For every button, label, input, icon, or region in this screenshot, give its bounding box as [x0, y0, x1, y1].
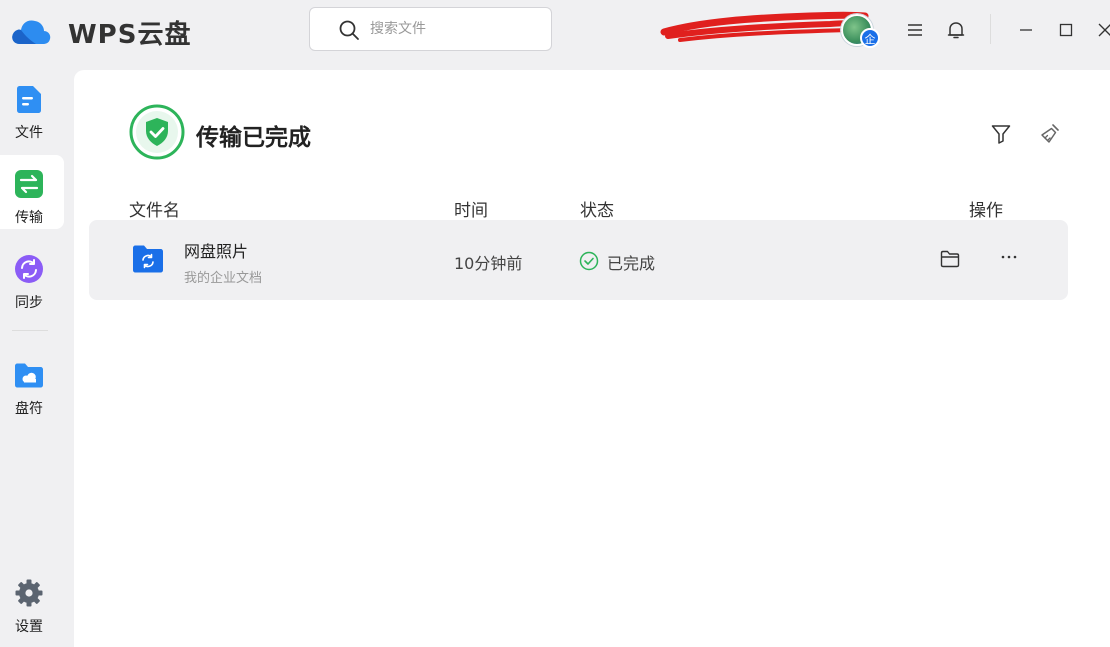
sync-folder-icon: [133, 245, 163, 273]
transfer-icon: [15, 170, 43, 198]
close-button[interactable]: [1093, 18, 1110, 42]
notification-button[interactable]: [944, 18, 968, 42]
sync-icon: [15, 255, 43, 283]
menu-button[interactable]: [903, 18, 927, 42]
column-header-status: 状态: [580, 201, 614, 221]
maximize-button[interactable]: [1054, 18, 1078, 42]
sidebar-item-sync[interactable]: 同步: [0, 240, 64, 314]
open-folder-button[interactable]: [939, 248, 963, 272]
sidebar-item-label: 传输: [15, 210, 43, 226]
sidebar-item-drive[interactable]: 盘符: [0, 346, 64, 420]
column-header-name: 文件名: [129, 201, 180, 221]
more-icon: [1001, 255, 1017, 259]
gear-icon: [15, 579, 43, 607]
broom-icon: [1041, 124, 1059, 143]
transfer-time: 10分钟前: [454, 254, 523, 273]
sidebar-item-files[interactable]: 文件: [0, 70, 64, 144]
sidebar-item-label: 文件: [15, 125, 43, 141]
column-header-actions: 操作: [969, 201, 1003, 221]
sidebar-item-transfer[interactable]: 传输: [0, 155, 64, 229]
transfer-status: 已完成: [607, 254, 656, 273]
search-input[interactable]: [370, 18, 540, 40]
search-icon: [339, 20, 359, 40]
drive-icon: [15, 363, 43, 388]
sidebar-item-label: 盘符: [15, 401, 43, 417]
shield-check-icon: [129, 104, 185, 160]
page-title: 传输已完成: [196, 125, 311, 151]
search-box[interactable]: [309, 7, 552, 51]
check-circle-icon: [579, 251, 599, 271]
main-panel: 传输已完成 文件名 时间 状态 操作 网盘照片 我的企业文档 10分钟前 已完成: [74, 70, 1110, 647]
minimize-button[interactable]: [1014, 18, 1038, 42]
sidebar: 文件 传输 同步 盘符 设置: [0, 64, 74, 647]
file-location: 我的企业文档: [184, 271, 263, 286]
more-button[interactable]: [997, 246, 1021, 270]
maximize-icon: [1059, 23, 1073, 37]
sidebar-item-settings[interactable]: 设置: [0, 564, 64, 638]
titlebar-divider: [990, 14, 991, 44]
wps-cloud-logo-icon: [12, 20, 51, 44]
sidebar-item-label: 设置: [15, 619, 43, 635]
enterprise-badge: 企: [860, 28, 880, 48]
minimize-icon: [1020, 29, 1032, 31]
user-name[interactable]: [660, 16, 840, 40]
title-bar: WPS云盘 企: [0, 0, 1110, 64]
table-row[interactable]: 网盘照片 我的企业文档 10分钟前 已完成: [89, 220, 1068, 300]
file-icon: [17, 86, 41, 113]
close-icon: [1098, 23, 1110, 37]
folder-icon: [940, 250, 960, 268]
file-name[interactable]: 网盘照片: [184, 238, 248, 262]
column-header-time: 时间: [454, 201, 488, 221]
sidebar-divider: [12, 330, 48, 331]
sidebar-item-label: 同步: [15, 295, 43, 311]
filter-button[interactable]: [989, 122, 1013, 146]
menu-icon: [908, 24, 922, 36]
app-name: WPS云盘: [68, 20, 192, 50]
clear-records-button[interactable]: [1038, 122, 1062, 146]
filter-icon: [991, 125, 1011, 144]
bell-icon: [947, 22, 965, 39]
